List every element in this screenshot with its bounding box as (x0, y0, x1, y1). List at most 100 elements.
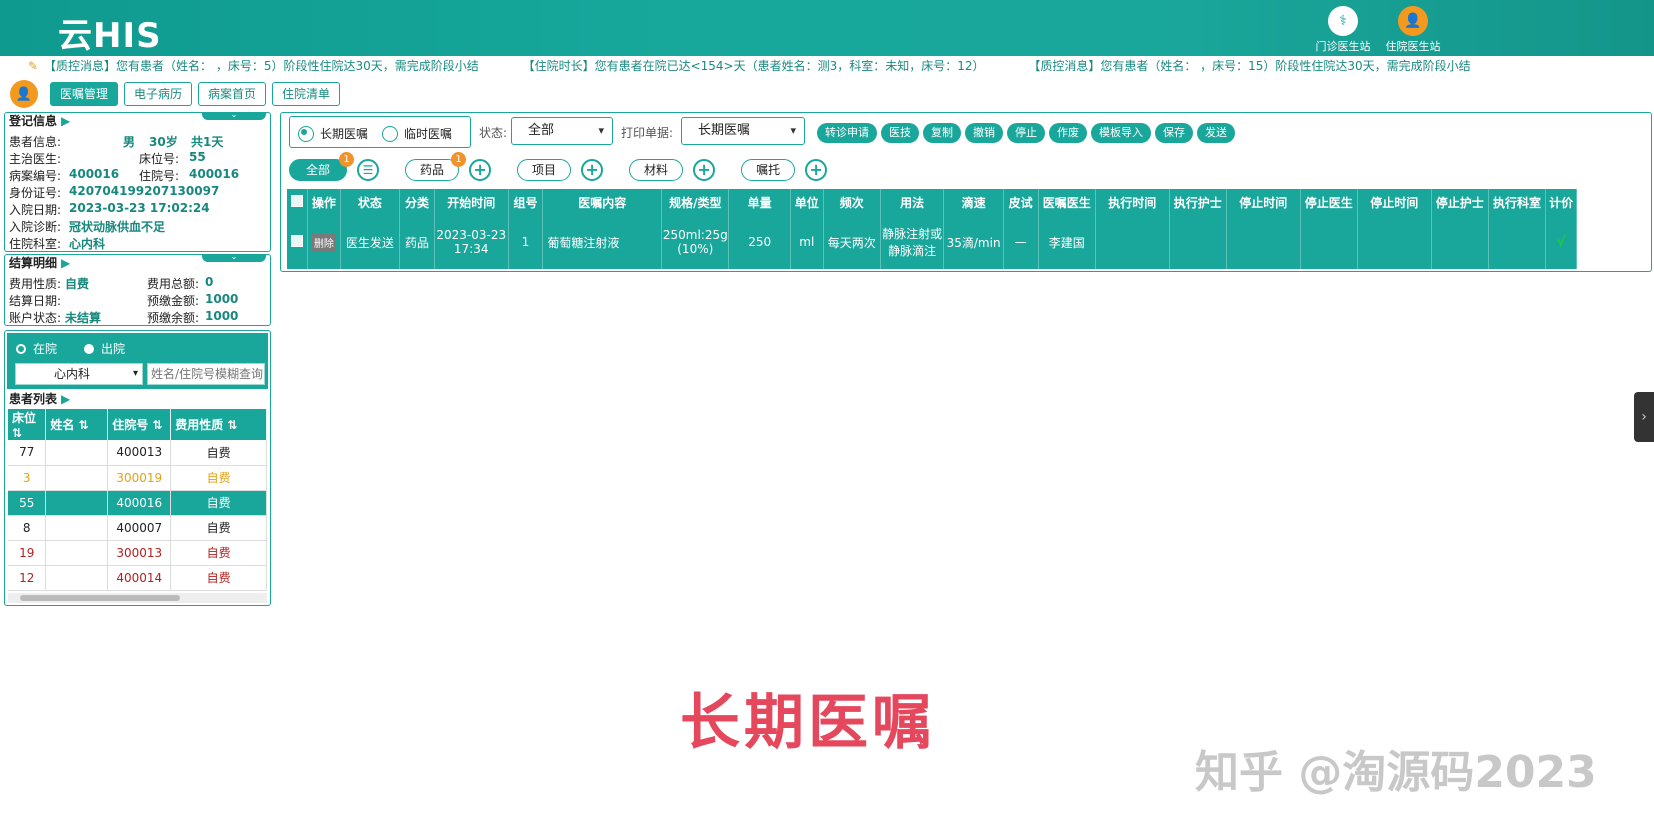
all-count-badge: 1 (339, 152, 355, 167)
save-button[interactable]: 保存 (1155, 123, 1193, 143)
add-item-icon[interactable]: + (581, 159, 604, 181)
prepay-label: 预缴金额: (147, 294, 200, 308)
ticker-message[interactable]: 【质控消息】您有患者（姓名： ，床号：15）阶段性住院达30天，需完成阶段小结 (1028, 59, 1470, 73)
tab-orders[interactable]: 医嘱管理 (50, 82, 119, 106)
expand-arrow-icon[interactable]: ▶ (61, 114, 70, 128)
category-entrust[interactable]: 嘱托 (741, 159, 796, 181)
patient-name (45, 490, 109, 516)
collapse-handle[interactable]: ⌄ (202, 253, 266, 262)
orders-table: 操作 状态 分类 开始时间 组号 医嘱内容 规格/类型 单量 单位 频次 用法 … (287, 189, 1577, 269)
select-all-checkbox[interactable] (287, 189, 308, 215)
void-button[interactable]: 作废 (1049, 123, 1087, 143)
action-buttons: 转诊申请 医技 复制 撤销 停止 作废 模板导入 保存 发送 (817, 123, 1235, 143)
outpatient-station-link[interactable]: ⚕ 门诊医生站 (1308, 6, 1378, 54)
radio-discharged[interactable] (83, 342, 96, 355)
inpatient-station-link[interactable]: 👤 住院医生站 (1378, 6, 1448, 54)
referral-button[interactable]: 转诊申请 (817, 123, 877, 143)
patient-bed: 77 (8, 440, 47, 466)
watermark-text: 知乎 @淘源码2023 (1195, 747, 1597, 798)
patient-fee-type: 自费 (170, 565, 267, 591)
fee-type-label: 费用性质: (9, 277, 62, 291)
copy-button[interactable]: 复制 (923, 123, 961, 143)
expand-arrow-icon[interactable]: ▶ (61, 256, 70, 270)
delete-button[interactable]: 删除 (311, 233, 336, 251)
user-avatar[interactable]: 👤 (10, 80, 38, 108)
patient-gender: 男 (123, 135, 136, 149)
patient-list-title: 患者列表 ▶ (9, 392, 71, 406)
col-op: 操作 (307, 189, 341, 215)
col-bed[interactable]: 床位 ⇅ (8, 409, 47, 440)
patient-row[interactable]: 3 300019 自费 (8, 465, 267, 491)
patient-search-input[interactable] (147, 363, 265, 385)
col-content: 医嘱内容 (542, 189, 663, 215)
ticker-message[interactable]: 【住院时长】您有患者在院已达<154>天（患者姓名：测3，科室：未知，床号：12… (523, 59, 985, 73)
row-checkbox[interactable] (287, 215, 308, 269)
add-drug-icon[interactable]: + (469, 159, 492, 181)
tab-case-home[interactable]: 病案首页 (198, 82, 267, 106)
col-unit: 单位 (790, 189, 824, 215)
tab-emr[interactable]: 电子病历 (124, 82, 193, 106)
add-entrust-icon[interactable]: + (805, 159, 828, 181)
dept-value: 心内科 (69, 237, 106, 251)
bed-label: 床位号: (139, 152, 180, 166)
ticker-message[interactable]: 【质控消息】您有患者（姓名： ，床号：5）阶段性住院达30天，需完成阶段小结 (44, 59, 479, 73)
dept-select[interactable]: 心内科 ▾ (15, 363, 143, 385)
col-exec-dept: 执行科室 (1488, 189, 1547, 215)
add-material-icon[interactable]: + (693, 159, 716, 181)
order-row[interactable]: 删除 医生发送 药品 2023-03-23 17:34 1 葡萄糖注射液 250m… (287, 215, 1577, 269)
category-material[interactable]: 材料 (629, 159, 684, 181)
patient-row[interactable]: 77 400013 自费 (8, 440, 267, 466)
side-expand-button[interactable]: › (1634, 392, 1654, 442)
case-label: 病案编号: (9, 169, 62, 183)
col-admit-no[interactable]: 住院号 ⇅ (107, 409, 172, 440)
priced-check-icon: √ (1545, 215, 1577, 269)
patient-days: 共1天 (191, 135, 224, 149)
order-unit: ml (790, 215, 824, 269)
patient-row[interactable]: 8 400007 自费 (8, 515, 267, 541)
scrollbar-thumb[interactable] (20, 595, 180, 601)
order-exec-dept (1488, 215, 1547, 269)
radio-in-hospital[interactable] (15, 342, 27, 355)
chevron-down-icon: ▾ (790, 124, 796, 137)
category-item[interactable]: 项目 (517, 159, 572, 181)
category-all[interactable]: 全部 1 (289, 152, 355, 181)
print-select[interactable]: 长期医嘱 ▾ (681, 117, 805, 145)
app-header: 云HIS ⚕ 门诊医生站 👤 住院医生站 (0, 0, 1654, 56)
col-freq: 频次 (823, 189, 881, 215)
diagnosis-value: 冠状动脉供血不足 (69, 220, 166, 234)
status-select[interactable]: 全部 ▾ (511, 117, 613, 145)
category-drug[interactable]: 药品 1 (405, 152, 467, 181)
expand-arrow-icon[interactable]: ▶ (61, 392, 70, 406)
horizontal-scrollbar[interactable] (8, 593, 267, 603)
long-term-label: 长期医嘱 (320, 127, 369, 141)
col-status: 状态 (340, 189, 401, 215)
stop-button[interactable]: 停止 (1007, 123, 1045, 143)
collapse-handle[interactable]: ⌄ (202, 111, 266, 120)
bed-value: 55 (189, 150, 206, 164)
col-doctor: 医嘱医生 (1038, 189, 1096, 215)
radio-long-term[interactable] (298, 125, 314, 142)
medtech-button[interactable]: 医技 (881, 123, 919, 143)
template-import-button[interactable]: 模板导入 (1091, 123, 1151, 143)
col-stop-doctor: 停止医生 (1300, 189, 1358, 215)
col-usage: 用法 (880, 189, 945, 215)
order-content: 葡萄糖注射液 (542, 215, 663, 269)
patient-row[interactable]: 19 300013 自费 (8, 540, 267, 566)
order-exec-nurse (1169, 215, 1227, 269)
patient-row[interactable]: 12 400014 自费 (8, 565, 267, 591)
radio-temporary[interactable] (382, 125, 399, 142)
col-name[interactable]: 姓名 ⇅ (45, 409, 109, 440)
menu-icon[interactable]: ☰ (357, 159, 380, 181)
col-fee-type[interactable]: 费用性质 ⇅ (170, 409, 267, 440)
send-button[interactable]: 发送 (1197, 123, 1235, 143)
account-label: 账户状态: (9, 311, 62, 325)
drug-count-badge: 1 (451, 152, 467, 167)
order-group: 1 (508, 215, 544, 269)
patient-row[interactable]: 55 400016 自费 (8, 490, 267, 516)
registration-panel: ⌄ 登记信息 ▶ 患者信息: 男 30岁 共1天 主治医生: 床位号: 55 病案… (4, 111, 271, 252)
tab-inpatient-list[interactable]: 住院清单 (272, 82, 341, 106)
revoke-button[interactable]: 撤销 (965, 123, 1003, 143)
order-freq: 每天两次 (823, 215, 881, 269)
radio-in-label: 在院 (33, 342, 58, 356)
patient-bed: 3 (8, 465, 47, 491)
